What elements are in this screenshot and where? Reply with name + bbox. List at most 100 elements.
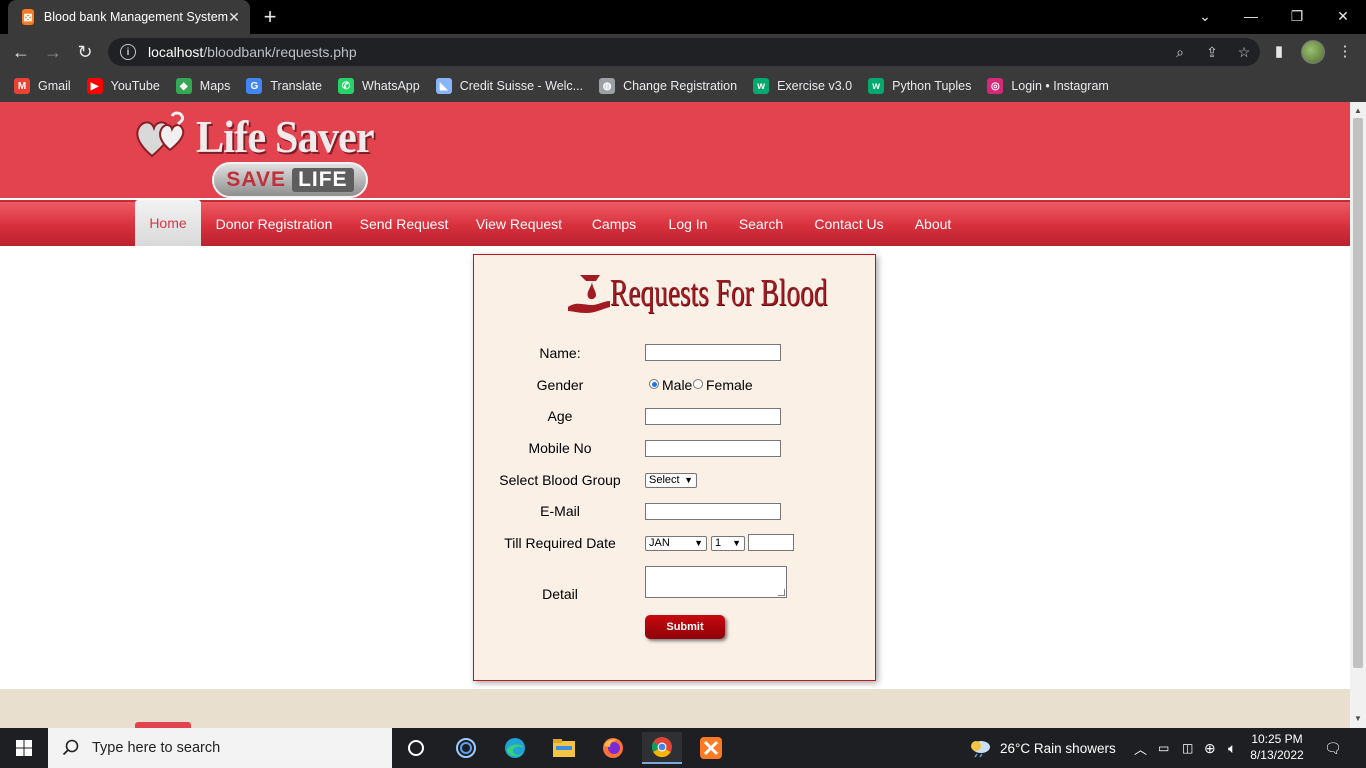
close-window-button[interactable]: ✕: [1320, 0, 1366, 32]
date-label: Till Required Date: [504, 535, 616, 551]
browser-tab[interactable]: ⊠ Blood bank Management System ✕: [8, 0, 250, 34]
notification-center-icon[interactable]: 🗨︎: [1324, 728, 1342, 768]
month-select[interactable]: JAN ▼: [645, 536, 707, 551]
nav-home[interactable]: Home: [135, 200, 201, 246]
gender-label: Gender: [536, 377, 584, 393]
bookmark-item[interactable]: ◆ Maps: [175, 78, 230, 94]
new-tab-button[interactable]: +: [258, 4, 282, 30]
bookmark-item[interactable]: w Python Tuples: [868, 78, 971, 94]
nav-donor-registration[interactable]: Donor Registration: [210, 202, 338, 246]
bookmark-item[interactable]: M Gmail: [14, 78, 71, 94]
tab-title: Blood bank Management System: [43, 10, 229, 24]
bookmark-item[interactable]: ◍ Change Registration: [599, 78, 737, 94]
age-input[interactable]: [645, 408, 781, 425]
submit-button[interactable]: Submit: [645, 615, 725, 639]
chevron-down-icon: ▼: [732, 538, 741, 548]
tab-search-chevron-icon[interactable]: ⌄: [1182, 0, 1228, 32]
taskbar-search-box[interactable]: Type here to search: [48, 728, 392, 768]
site-logo[interactable]: Life Saver SAVE LIFE: [134, 106, 379, 198]
side-panel-icon[interactable]: ▮: [1268, 42, 1290, 60]
taskbar-clock[interactable]: 10:25 PM 8/13/2022: [1248, 731, 1306, 763]
weather-widget[interactable]: 26°C Rain showers: [968, 728, 1116, 768]
w3schools-icon: w: [868, 78, 885, 94]
menu-kebab-icon[interactable]: ⋮: [1334, 42, 1356, 60]
clock-time: 10:25 PM: [1251, 732, 1303, 746]
blood-drop-hand-icon: [568, 275, 610, 313]
profile-avatar[interactable]: [1301, 40, 1325, 64]
request-form-panel: Requests For Blood Name: Gender Male Fem…: [473, 254, 876, 681]
gender-female-label: Female: [706, 377, 753, 393]
bookmark-star-icon[interactable]: ☆: [1228, 44, 1260, 61]
taskbar-search-placeholder: Type here to search: [92, 740, 221, 756]
scroll-down-arrow-icon[interactable]: ▼: [1350, 712, 1366, 726]
chevron-down-icon: ▼: [694, 538, 703, 548]
nav-search[interactable]: Search: [730, 202, 792, 246]
reload-button[interactable]: ↻: [72, 40, 98, 64]
restore-button[interactable]: ❐: [1274, 0, 1320, 32]
requests-banner: Requests For Blood: [564, 261, 827, 325]
edge-browser-icon[interactable]: [495, 732, 535, 764]
minimize-button[interactable]: —: [1228, 0, 1274, 32]
page-scrollbar[interactable]: ▲ ▼: [1350, 102, 1366, 728]
scrollbar-thumb[interactable]: [1353, 118, 1363, 668]
bookmark-label: Gmail: [38, 79, 71, 93]
detail-textarea[interactable]: [645, 566, 787, 598]
day-select[interactable]: 1 ▼: [711, 536, 745, 551]
network-globe-icon[interactable]: ⊕: [1204, 728, 1216, 768]
name-input[interactable]: [645, 344, 781, 361]
xampp-taskbar-icon[interactable]: [691, 732, 731, 764]
firefox-icon[interactable]: [593, 732, 633, 764]
email-input[interactable]: [645, 503, 781, 520]
windows-logo-icon: [16, 740, 32, 756]
search-icon: [62, 739, 79, 756]
bookmark-item[interactable]: ◣ Credit Suisse - Welc...: [435, 78, 583, 94]
back-button[interactable]: ←: [8, 40, 34, 64]
chevron-down-icon: ▼: [684, 475, 693, 485]
name-label: Name:: [539, 345, 581, 361]
file-explorer-icon[interactable]: [544, 732, 584, 764]
address-bar[interactable]: i localhost/bloodbank/requests.php ⌕ ⇪ ☆: [108, 38, 1260, 66]
bookmark-item[interactable]: ◎ Login • Instagram: [987, 78, 1109, 94]
blood-group-select[interactable]: Select ▼: [645, 473, 697, 488]
hearts-logo-icon: [136, 111, 185, 158]
mobile-input[interactable]: [645, 440, 781, 457]
share-icon[interactable]: ⇪: [1196, 44, 1228, 61]
bookmark-item[interactable]: ✆ WhatsApp: [338, 78, 420, 94]
bookmark-item[interactable]: w Exercise v3.0: [753, 78, 852, 94]
site-info-icon[interactable]: i: [120, 44, 136, 60]
bookmark-item[interactable]: G Translate: [246, 78, 322, 94]
task-view-icon[interactable]: [396, 732, 436, 764]
windows-start-button[interactable]: [0, 728, 48, 768]
bookmark-label: Python Tuples: [892, 79, 972, 93]
gender-female-radio[interactable]: [693, 379, 703, 389]
battery-icon[interactable]: ▭: [1158, 728, 1169, 768]
volume-icon[interactable]: 🔈︎: [1228, 728, 1236, 768]
nav-send-request[interactable]: Send Request: [348, 202, 460, 246]
tray-chevron-up-icon[interactable]: ︿: [1134, 728, 1147, 768]
gender-male-radio[interactable]: [649, 379, 659, 389]
footer-band: [0, 689, 1350, 728]
credit-suisse-icon: ◣: [435, 78, 452, 94]
nav-view-request[interactable]: View Request: [466, 202, 572, 246]
nav-contact-us[interactable]: Contact Us: [806, 202, 892, 246]
site-nav: Home Donor Registration Send Request View R…: [0, 200, 1350, 246]
bookmark-label: Login • Instagram: [1011, 79, 1109, 93]
maps-icon: ◆: [175, 78, 192, 94]
logo-badge-life: LIFE: [292, 168, 354, 192]
url-text[interactable]: localhost/bloodbank/requests.php: [148, 44, 1164, 60]
logo-title: Life Saver: [196, 111, 375, 162]
chrome-icon[interactable]: [642, 732, 682, 764]
nav-camps[interactable]: Camps: [584, 202, 644, 246]
zoom-icon[interactable]: ⌕: [1164, 44, 1196, 61]
nav-log-in[interactable]: Log In: [656, 202, 720, 246]
cortana-app-icon[interactable]: [446, 732, 486, 764]
bookmark-item[interactable]: ▶ YouTube: [86, 78, 160, 94]
year-input[interactable]: [748, 534, 794, 551]
meet-now-icon[interactable]: ◫: [1182, 728, 1193, 768]
browser-toolbar: ← → ↻ i localhost/bloodbank/requests.php…: [0, 34, 1366, 70]
bookmark-label: YouTube: [110, 79, 160, 93]
scroll-up-arrow-icon[interactable]: ▲: [1350, 104, 1366, 118]
close-tab-icon[interactable]: ✕: [228, 9, 240, 26]
nav-about[interactable]: About: [906, 202, 960, 246]
forward-button[interactable]: →: [40, 40, 66, 64]
